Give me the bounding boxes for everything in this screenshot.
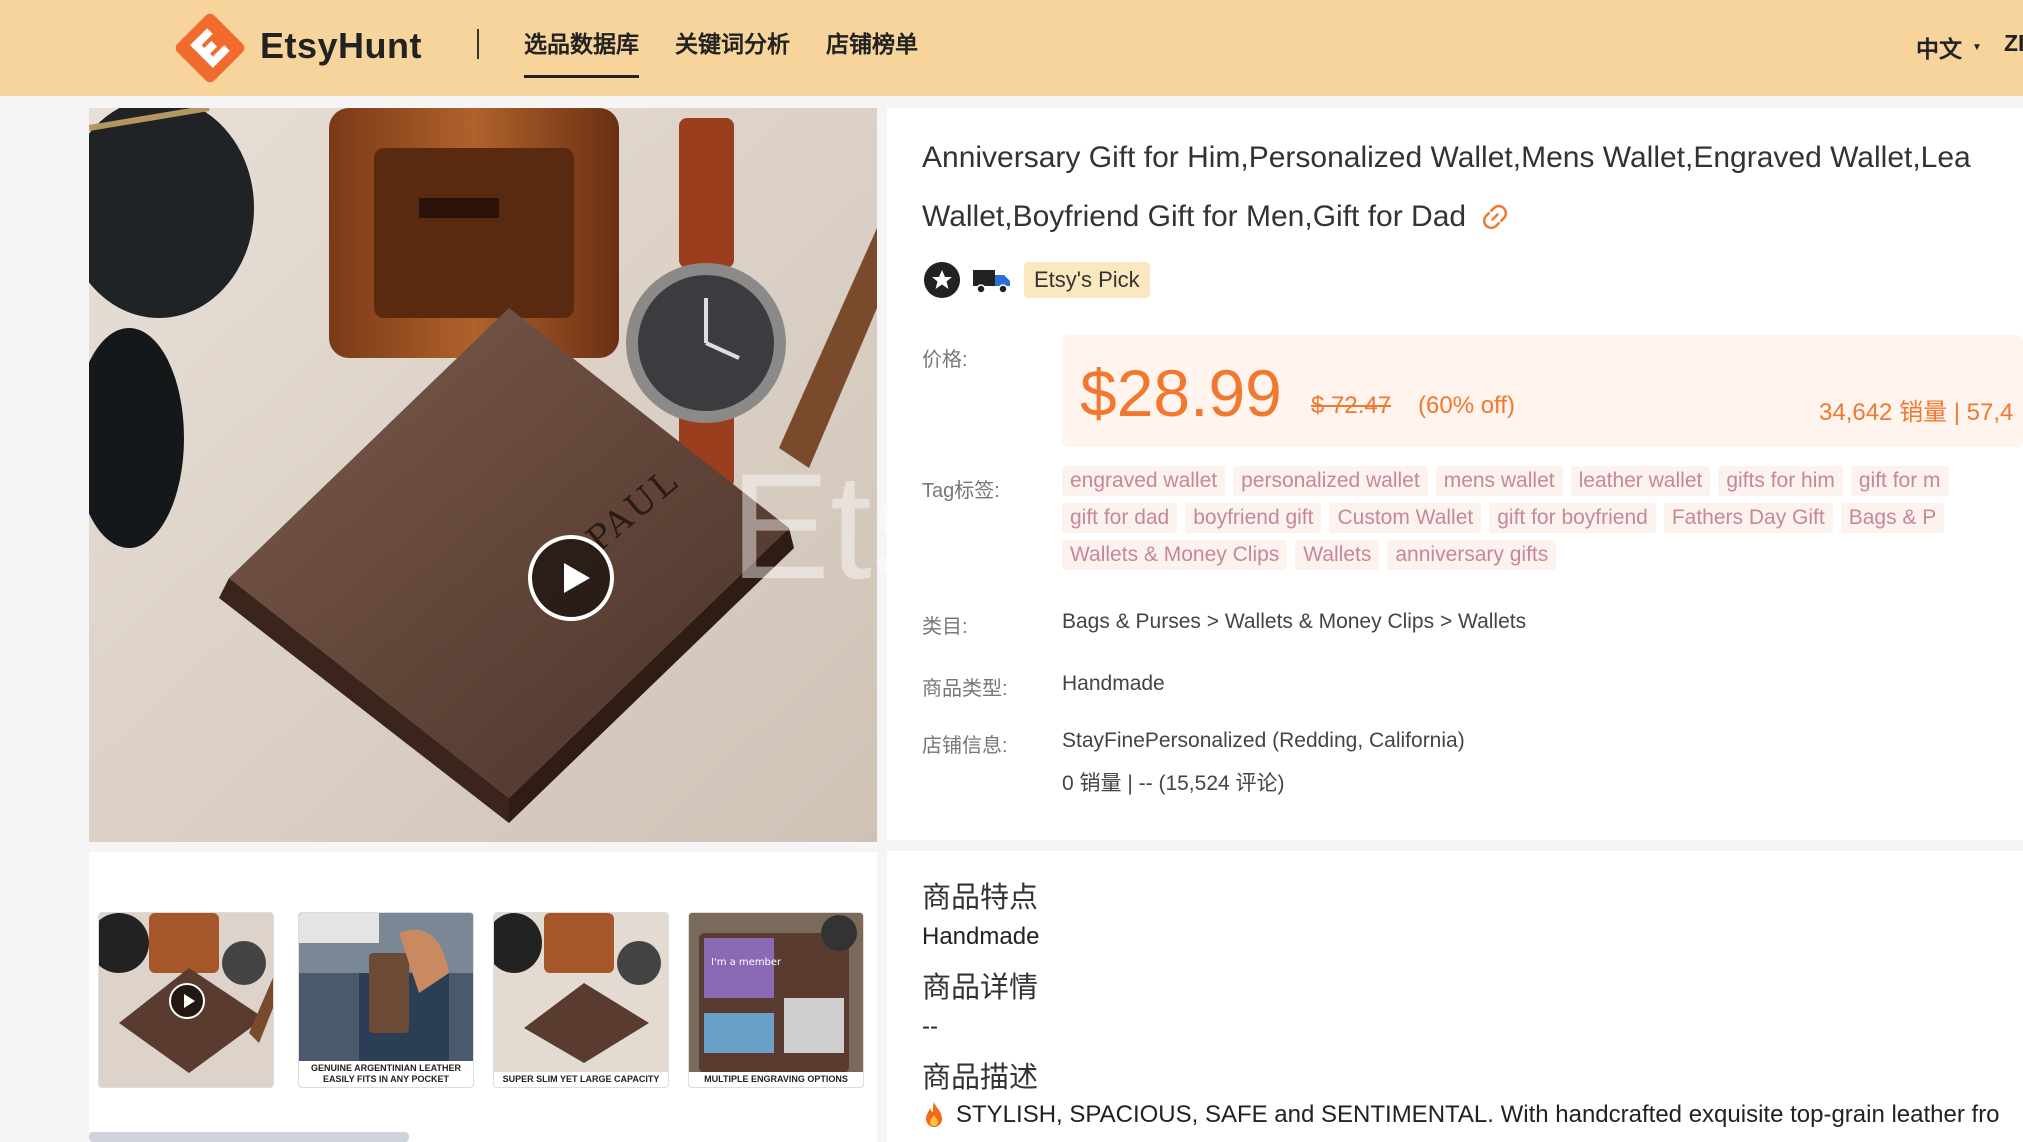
- thumbnail-caption: MULTIPLE ENGRAVING OPTIONS: [689, 1072, 863, 1087]
- thumbnail-2[interactable]: GENUINE ARGENTINIAN LEATHER EASILY FITS …: [298, 912, 474, 1088]
- features-heading: 商品特点: [922, 882, 1039, 914]
- tag-chip[interactable]: Wallets: [1295, 540, 1380, 570]
- tag-chip[interactable]: Custom Wallet: [1329, 503, 1482, 533]
- fire-icon: [926, 1102, 942, 1127]
- star-badge-icon: [924, 262, 960, 298]
- product-title-line-2: Wallet,Boyfriend Gift for Men,Gift for D…: [922, 200, 1467, 233]
- details-text: --: [922, 1013, 938, 1040]
- nav-product-database[interactable]: 选品数据库: [524, 0, 639, 96]
- user-avatar-initial[interactable]: ZI: [2004, 30, 2023, 57]
- chevron-down-icon: ▼: [1972, 41, 1982, 53]
- tag-chip[interactable]: leather wallet: [1570, 466, 1711, 496]
- thumbnail-scrollbar[interactable]: [89, 1132, 409, 1142]
- top-navigation-bar: EtsyHunt 选品数据库 关键词分析 店铺榜单 中文 ▼ ZI: [0, 0, 2023, 96]
- description-heading: 商品描述: [922, 1062, 1039, 1094]
- thumbnail-4-image: I'm a member: [689, 913, 863, 1087]
- tag-chip[interactable]: Bags & P: [1840, 503, 1945, 533]
- price-label: 价格:: [922, 349, 968, 371]
- description-text-row: STYLISH, SPACIOUS, SAFE and SENTIMENTAL.…: [922, 1101, 2000, 1129]
- shop-name[interactable]: StayFinePersonalized (Redding, Californi…: [1062, 729, 1465, 753]
- product-badges: Etsy's Pick: [924, 262, 1150, 298]
- thumbnail-play-icon: [169, 983, 205, 1019]
- thumbnail-3[interactable]: SUPER SLIM YET LARGE CAPACITY: [493, 912, 669, 1088]
- etsyhunt-logo-icon: [175, 13, 245, 83]
- details-heading: 商品详情: [922, 972, 1039, 1004]
- language-label: 中文: [1916, 36, 1962, 62]
- discount-percent: (60% off): [1418, 392, 1515, 419]
- product-type-label: 商品类型:: [922, 678, 1008, 700]
- description-text: STYLISH, SPACIOUS, SAFE and SENTIMENTAL.…: [956, 1101, 2000, 1128]
- tag-chip[interactable]: anniversary gifts: [1387, 540, 1557, 570]
- original-price: $ 72.47: [1311, 392, 1392, 419]
- product-title-line-1: Anniversary Gift for Him,Personalized Wa…: [922, 141, 1971, 174]
- brand-logo[interactable]: EtsyHunt: [168, 4, 422, 88]
- tag-chip[interactable]: mens wallet: [1435, 466, 1563, 496]
- tag-chip[interactable]: Wallets & Money Clips: [1062, 540, 1288, 570]
- product-type-value: Handmade: [1062, 672, 1165, 695]
- tag-chip[interactable]: gifts for him: [1718, 466, 1843, 496]
- tag-list: engraved wallet personalized wallet mens…: [1062, 466, 2023, 584]
- tag-chip[interactable]: gift for dad: [1062, 503, 1178, 533]
- product-title: Anniversary Gift for Him,Personalized Wa…: [922, 128, 2023, 246]
- thumbnail-1[interactable]: [98, 912, 274, 1088]
- wallet-photo: PAUL: [89, 108, 877, 842]
- thumbnail-4[interactable]: I'm a member MULTIPLE ENGRAVING OPTIONS: [688, 912, 864, 1088]
- product-details-panel: [887, 851, 2023, 1142]
- category-label: 类目:: [922, 616, 968, 638]
- main-product-image[interactable]: PAUL: [89, 108, 877, 842]
- etsys-pick-badge: Etsy's Pick: [1024, 262, 1150, 298]
- tag-chip[interactable]: gift for m: [1850, 466, 1949, 496]
- main-nav: 选品数据库 关键词分析 店铺榜单: [524, 0, 954, 96]
- features-text: Handmade: [922, 923, 1040, 950]
- shop-info-label: 店铺信息:: [922, 735, 1008, 757]
- tag-chip[interactable]: engraved wallet: [1062, 466, 1226, 496]
- link-icon[interactable]: [1480, 202, 1510, 232]
- tag-chip[interactable]: boyfriend gift: [1185, 503, 1322, 533]
- thumbnail-caption: SUPER SLIM YET LARGE CAPACITY: [494, 1072, 668, 1087]
- tags-label: Tag标签:: [922, 480, 1000, 502]
- language-selector[interactable]: 中文 ▼: [1916, 30, 1982, 64]
- tag-chip[interactable]: personalized wallet: [1233, 466, 1428, 496]
- truck-shipping-icon: [973, 270, 1010, 294]
- play-video-button[interactable]: [528, 535, 614, 621]
- shop-stats: 0 销量 | -- (15,524 评论): [1062, 772, 1285, 795]
- thumbnail-4-card-text: I'm a member: [711, 957, 782, 968]
- sales-stats: 34,642 销量 | 57,4: [1819, 399, 2014, 426]
- nav-shop-ranking[interactable]: 店铺榜单: [826, 0, 918, 96]
- thumbnail-caption: GENUINE ARGENTINIAN LEATHER EASILY FITS …: [299, 1061, 473, 1087]
- current-price: $28.99: [1080, 356, 1282, 430]
- header-divider: [477, 29, 479, 59]
- tag-chip[interactable]: gift for boyfriend: [1489, 503, 1656, 533]
- brand-name: EtsyHunt: [260, 25, 423, 66]
- category-path[interactable]: Bags & Purses > Wallets & Money Clips > …: [1062, 610, 1526, 634]
- thumbnail-3-image: [494, 913, 668, 1087]
- tag-chip[interactable]: Fathers Day Gift: [1663, 503, 1833, 533]
- nav-keyword-analysis[interactable]: 关键词分析: [675, 0, 790, 96]
